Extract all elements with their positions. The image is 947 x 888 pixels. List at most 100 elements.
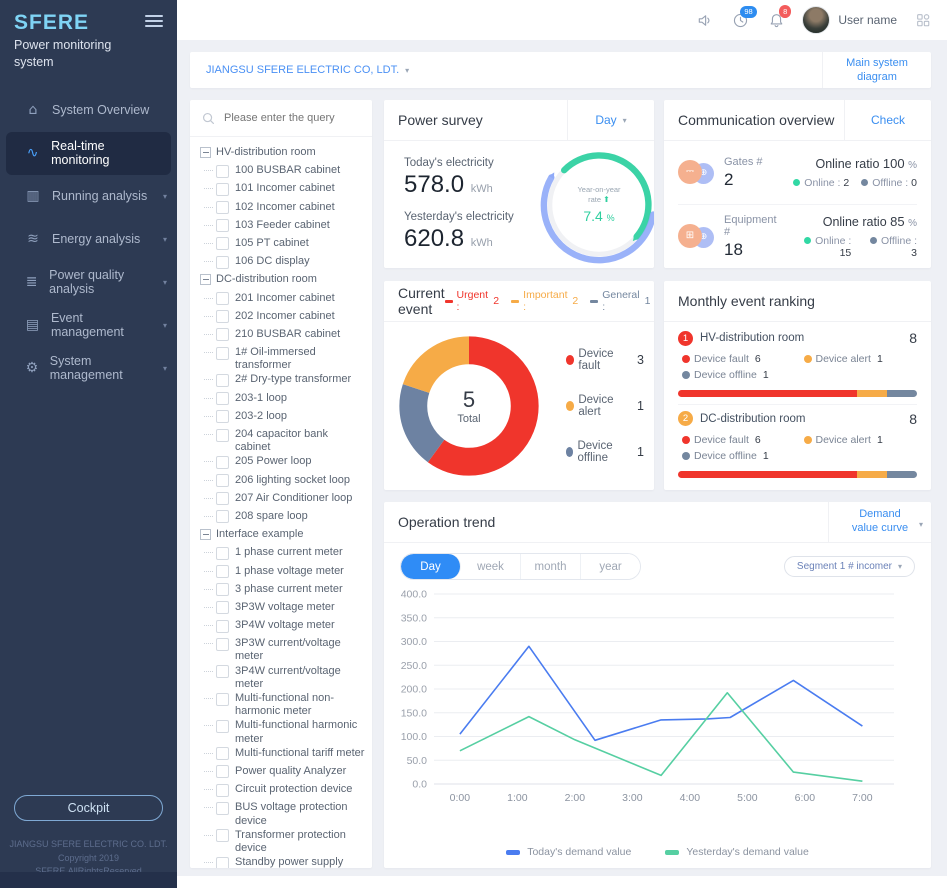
yesterday-electricity-value: 620.8 kWh bbox=[404, 225, 534, 253]
sidebar-item[interactable]: ▥ Running analysis ▾ bbox=[0, 175, 177, 218]
tree-checkbox[interactable] bbox=[216, 720, 229, 733]
tree-item[interactable]: 100 BUSBAR cabinet bbox=[200, 163, 366, 181]
tree-checkbox[interactable] bbox=[216, 638, 229, 651]
tree-item[interactable]: 3 phase current meter bbox=[200, 582, 366, 600]
tree-item[interactable]: 201 Incomer cabinet bbox=[200, 291, 366, 309]
tree-item[interactable]: 1 phase current meter bbox=[200, 545, 366, 563]
tree-item[interactable]: 210 BUSBAR cabinet bbox=[200, 327, 366, 345]
tree-item[interactable]: 3P4W voltage meter bbox=[200, 618, 366, 636]
tree-item[interactable]: 206 lighting socket loop bbox=[200, 473, 366, 491]
tree-item[interactable]: 2# Dry-type transformer bbox=[200, 372, 366, 390]
period-dropdown[interactable]: Day ▾ bbox=[567, 100, 654, 140]
cockpit-button[interactable]: Cockpit bbox=[14, 795, 163, 821]
search-input[interactable] bbox=[222, 111, 346, 125]
tree-checkbox[interactable] bbox=[216, 829, 229, 842]
tree-item[interactable]: 1# Oil-immersed transformer bbox=[200, 345, 366, 372]
tree-checkbox[interactable] bbox=[216, 693, 229, 706]
tree-checkbox[interactable] bbox=[216, 292, 229, 305]
tree-checkbox[interactable] bbox=[216, 392, 229, 405]
tree-item[interactable]: 101 Incomer cabinet bbox=[200, 181, 366, 199]
tree-item[interactable]: BUS voltage protection device bbox=[200, 800, 366, 827]
tree-checkbox[interactable] bbox=[216, 601, 229, 614]
tree-checkbox[interactable] bbox=[216, 547, 229, 560]
tree-item[interactable]: 203-2 loop bbox=[200, 409, 366, 427]
tree-checkbox[interactable] bbox=[216, 583, 229, 596]
main-system-diagram-button[interactable]: Main system diagram bbox=[822, 52, 931, 88]
tree-item[interactable]: 105 PT cabinet bbox=[200, 236, 366, 254]
tree-checkbox[interactable] bbox=[216, 665, 229, 678]
sidebar-item[interactable]: ⌂ System Overview ▾ bbox=[0, 89, 177, 132]
check-button[interactable]: Check bbox=[844, 100, 931, 140]
tree-checkbox[interactable] bbox=[216, 237, 229, 250]
user-name[interactable]: User name bbox=[838, 13, 897, 27]
tree-item[interactable]: HV-distribution room bbox=[200, 145, 366, 163]
tree-checkbox[interactable] bbox=[216, 857, 229, 868]
tree-checkbox[interactable] bbox=[216, 474, 229, 487]
sidebar-item[interactable]: ∿ Real-time monitoring ▾ bbox=[6, 132, 171, 175]
sidebar-item[interactable]: ⚙ System management ▾ bbox=[0, 347, 177, 390]
tree-item[interactable]: 103 Feeder cabinet bbox=[200, 218, 366, 236]
tree-item[interactable]: Power quality Analyzer bbox=[200, 764, 366, 782]
segment-dropdown[interactable]: Segment 1 # incomer ▾ bbox=[784, 556, 915, 577]
tree-checkbox[interactable] bbox=[216, 429, 229, 442]
tree-checkbox[interactable] bbox=[216, 183, 229, 196]
tree-item[interactable]: 106 DC display bbox=[200, 254, 366, 272]
collapse-icon[interactable] bbox=[200, 274, 211, 285]
tree-checkbox[interactable] bbox=[216, 328, 229, 341]
tree-item[interactable]: 202 Incomer cabinet bbox=[200, 309, 366, 327]
announcement-icon[interactable] bbox=[694, 10, 714, 30]
tree-checkbox[interactable] bbox=[216, 374, 229, 387]
collapse-icon[interactable] bbox=[200, 147, 211, 158]
tree-checkbox[interactable] bbox=[216, 620, 229, 633]
tree-item[interactable]: 3P3W current/voltage meter bbox=[200, 636, 366, 663]
tree-item[interactable]: 204 capacitor bank cabinet bbox=[200, 427, 366, 454]
sidebar-item[interactable]: ▤ Event management ▾ bbox=[0, 304, 177, 347]
tree-checkbox[interactable] bbox=[216, 565, 229, 578]
tree-item[interactable]: Standby power supply bring-in device bbox=[200, 855, 366, 868]
tree-item[interactable]: 208 spare loop bbox=[200, 509, 366, 527]
tree-checkbox[interactable] bbox=[216, 747, 229, 760]
tree-item[interactable]: Interface example bbox=[200, 527, 366, 545]
bell-icon[interactable]: 8 bbox=[766, 10, 786, 30]
hamburger-menu-icon[interactable] bbox=[145, 12, 163, 30]
tab-year[interactable]: year bbox=[581, 554, 640, 579]
search-box[interactable] bbox=[190, 100, 372, 137]
tree-checkbox[interactable] bbox=[216, 219, 229, 232]
tab-week[interactable]: week bbox=[461, 554, 521, 579]
tab-month[interactable]: month bbox=[521, 554, 581, 579]
tree-checkbox[interactable] bbox=[216, 347, 229, 360]
tree-item[interactable]: Transformer protection device bbox=[200, 828, 366, 855]
tree-item[interactable]: 3P4W current/voltage meter bbox=[200, 664, 366, 691]
tree-item[interactable]: 102 Incomer cabinet bbox=[200, 200, 366, 218]
layout-grid-icon[interactable] bbox=[913, 10, 933, 30]
tree-item[interactable]: 207 Air Conditioner loop bbox=[200, 491, 366, 509]
tree-item[interactable]: 203-1 loop bbox=[200, 391, 366, 409]
avatar[interactable] bbox=[802, 6, 830, 34]
sidebar-item[interactable]: ≋ Energy analysis ▾ bbox=[0, 218, 177, 261]
tree-checkbox[interactable] bbox=[216, 456, 229, 469]
tree-checkbox[interactable] bbox=[216, 510, 229, 523]
tree-checkbox[interactable] bbox=[216, 165, 229, 178]
tree-item[interactable]: 205 Power loop bbox=[200, 454, 366, 472]
tree-item[interactable]: 3P3W voltage meter bbox=[200, 600, 366, 618]
collapse-icon[interactable] bbox=[200, 529, 211, 540]
tree-item[interactable]: DC-distribution room bbox=[200, 272, 366, 290]
tree-checkbox[interactable] bbox=[216, 201, 229, 214]
tree-item[interactable]: Multi-functional non-harmonic meter bbox=[200, 691, 366, 718]
sidebar-item[interactable]: ≣ Power quality analysis ▾ bbox=[0, 261, 177, 304]
tree-item[interactable]: Circuit protection device bbox=[200, 782, 366, 800]
tree-checkbox[interactable] bbox=[216, 256, 229, 269]
tree-item[interactable]: 1 phase voltage meter bbox=[200, 564, 366, 582]
curve-type-dropdown[interactable]: Demand value curve ▾ bbox=[828, 502, 931, 542]
tree-checkbox[interactable] bbox=[216, 784, 229, 797]
tree-checkbox[interactable] bbox=[216, 765, 229, 778]
tree-checkbox[interactable] bbox=[216, 492, 229, 505]
company-selector[interactable]: JIANGSU SFERE ELECTRIC CO, LDT. ▾ bbox=[190, 64, 409, 76]
tree-checkbox[interactable] bbox=[216, 410, 229, 423]
tree-checkbox[interactable] bbox=[216, 310, 229, 323]
tree-item[interactable]: Multi-functional harmonic meter bbox=[200, 718, 366, 745]
tree-item[interactable]: Multi-functional tariff meter bbox=[200, 746, 366, 764]
tab-day[interactable]: Day bbox=[401, 554, 461, 579]
history-clock-icon[interactable]: 98 bbox=[730, 10, 750, 30]
tree-checkbox[interactable] bbox=[216, 802, 229, 815]
